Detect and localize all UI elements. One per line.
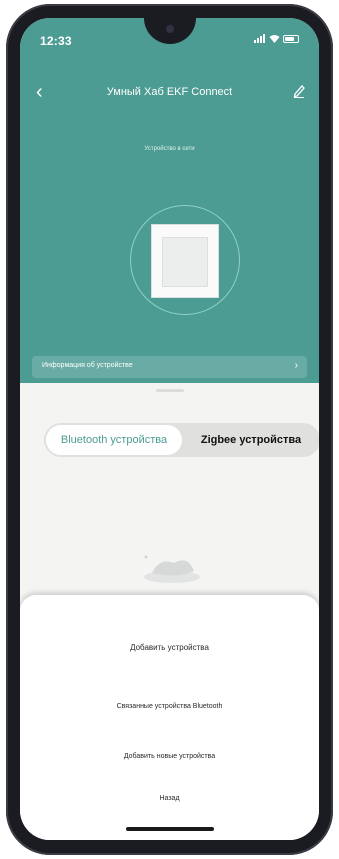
front-camera-icon [166, 25, 174, 33]
battery-icon [283, 34, 299, 43]
device-info-row[interactable]: Информация об устройстве › [32, 356, 307, 378]
wifi-icon [269, 35, 280, 43]
device-type-tabs: Bluetooth устройства Zigbee устройства [44, 423, 319, 457]
page-title: Умный Хаб EKF Connect [106, 86, 233, 98]
device-status-text: Устройство в сети [144, 146, 195, 152]
add-device-sheet: Добавить устройства Связанные устройства… [20, 595, 319, 840]
signal-icon [254, 34, 265, 43]
device-header: 12:33 ‹ Умный Хаб EKF Connect Устройство… [20, 18, 319, 383]
status-time: 12:33 [40, 34, 72, 48]
device-info-label: Информация об устройстве [42, 362, 133, 369]
linked-bluetooth-devices-option[interactable]: Связанные устройства Bluetooth [20, 703, 319, 710]
add-new-devices-option[interactable]: Добавить новые устройства [20, 753, 319, 760]
back-option[interactable]: Назад [20, 795, 319, 802]
home-indicator[interactable] [126, 827, 214, 831]
tab-zigbee[interactable]: Zigbee устройства [184, 425, 318, 455]
chevron-right-icon: › [294, 360, 298, 371]
phone-frame: 12:33 ‹ Умный Хаб EKF Connect Устройство… [6, 4, 333, 855]
app-screen: 12:33 ‹ Умный Хаб EKF Connect Устройство… [20, 18, 319, 840]
drag-handle[interactable] [156, 389, 184, 392]
device-image-ring [130, 205, 240, 315]
edit-icon[interactable] [293, 84, 305, 103]
hub-device-body [162, 237, 208, 287]
empty-state-illustration [144, 555, 200, 583]
status-icons [254, 34, 299, 43]
hub-device-image [151, 224, 219, 298]
add-devices-option[interactable]: Добавить устройства [20, 643, 319, 652]
tab-bluetooth[interactable]: Bluetooth устройства [46, 425, 182, 455]
